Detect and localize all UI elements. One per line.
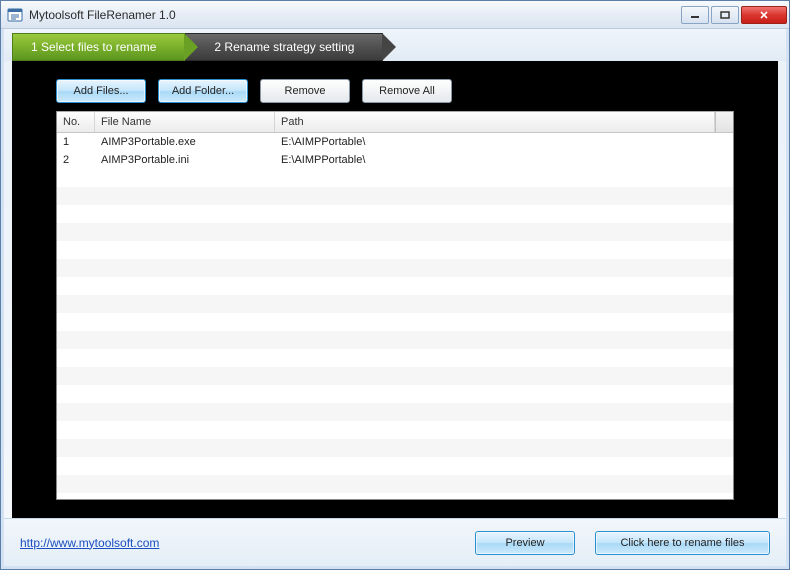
- preview-button[interactable]: Preview: [475, 531, 575, 555]
- remove-button[interactable]: Remove: [260, 79, 350, 103]
- column-header-no[interactable]: No.: [57, 112, 95, 132]
- close-button[interactable]: [741, 6, 787, 24]
- table-row[interactable]: 2 AIMP3Portable.ini E:\AIMPPortable\: [57, 151, 733, 169]
- file-table[interactable]: No. File Name Path 1 AIMP3Portable.exe E…: [56, 111, 734, 500]
- cell-name: AIMP3Portable.ini: [95, 154, 275, 166]
- file-toolbar: Add Files... Add Folder... Remove Remove…: [56, 79, 734, 103]
- minimize-button[interactable]: [681, 6, 709, 24]
- table-header[interactable]: No. File Name Path: [57, 111, 733, 133]
- maximize-button[interactable]: [711, 6, 739, 24]
- add-folder-label: Add Folder...: [172, 85, 234, 97]
- step-1-select-files[interactable]: 1 Select files to rename: [12, 33, 185, 61]
- add-files-label: Add Files...: [73, 85, 128, 97]
- app-window: Mytoolsoft FileRenamer 1.0 1 Select file…: [0, 0, 790, 570]
- chevron-right-icon: [382, 33, 396, 61]
- step-2-rename-strategy[interactable]: 2 Rename strategy setting: [185, 33, 383, 61]
- step-breadcrumb: 1 Select files to rename 2 Rename strate…: [4, 29, 786, 61]
- cell-path: E:\AIMPPortable\: [275, 154, 733, 166]
- main-panel: Add Files... Add Folder... Remove Remove…: [12, 61, 778, 518]
- rename-files-label: Click here to rename files: [620, 537, 744, 549]
- column-header-scrollgap: [715, 112, 733, 132]
- column-header-name[interactable]: File Name: [95, 112, 275, 132]
- website-link[interactable]: http://www.mytoolsoft.com: [20, 536, 455, 550]
- cell-no: 2: [57, 154, 95, 166]
- titlebar[interactable]: Mytoolsoft FileRenamer 1.0: [1, 1, 789, 29]
- add-files-button[interactable]: Add Files...: [56, 79, 146, 103]
- remove-all-label: Remove All: [379, 85, 435, 97]
- chevron-right-icon: [184, 33, 198, 61]
- remove-all-button[interactable]: Remove All: [362, 79, 452, 103]
- table-body[interactable]: 1 AIMP3Portable.exe E:\AIMPPortable\ 2 A…: [57, 133, 733, 499]
- cell-no: 1: [57, 136, 95, 148]
- cell-name: AIMP3Portable.exe: [95, 136, 275, 148]
- preview-label: Preview: [505, 537, 544, 549]
- column-header-path[interactable]: Path: [275, 112, 715, 132]
- remove-label: Remove: [285, 85, 326, 97]
- step-1-label: 1 Select files to rename: [31, 40, 156, 54]
- content-area: 1 Select files to rename 2 Rename strate…: [1, 29, 789, 569]
- cell-path: E:\AIMPPortable\: [275, 136, 733, 148]
- window-title: Mytoolsoft FileRenamer 1.0: [29, 8, 681, 22]
- table-row[interactable]: 1 AIMP3Portable.exe E:\AIMPPortable\: [57, 133, 733, 151]
- footer: http://www.mytoolsoft.com Preview Click …: [4, 518, 786, 566]
- window-controls: [681, 6, 787, 24]
- rename-files-button[interactable]: Click here to rename files: [595, 531, 770, 555]
- app-icon: [7, 7, 23, 23]
- step-2-label: 2 Rename strategy setting: [214, 40, 354, 54]
- add-folder-button[interactable]: Add Folder...: [158, 79, 248, 103]
